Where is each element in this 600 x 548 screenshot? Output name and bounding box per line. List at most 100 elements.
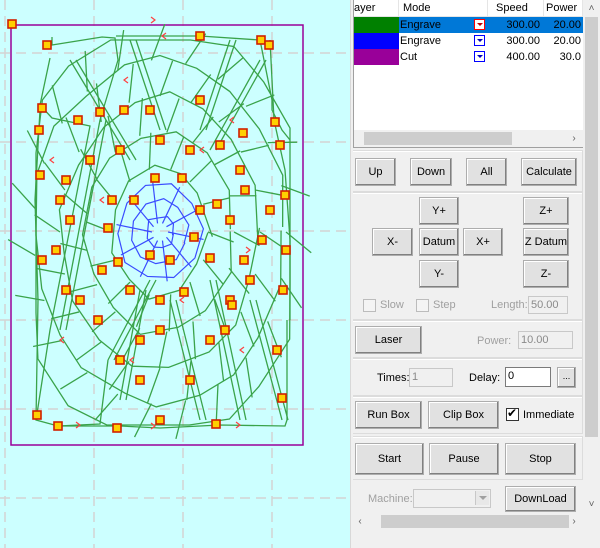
scroll-right-icon[interactable]: ›: [567, 130, 581, 147]
slow-checkbox[interactable]: [363, 299, 376, 312]
power-input[interactable]: 10.00: [518, 331, 573, 349]
layer-color-swatch[interactable]: [354, 17, 399, 33]
engrave-path: [189, 159, 213, 183]
layer-row[interactable]: Cut 400.00 30.0: [354, 49, 583, 65]
z-plus-button[interactable]: Z+: [523, 197, 569, 225]
layer-color-swatch[interactable]: [354, 33, 399, 49]
pause-button[interactable]: Pause: [429, 443, 499, 475]
engrave-path: [192, 321, 197, 360]
z-datum-button[interactable]: Z Datum: [523, 228, 569, 256]
start-button[interactable]: Start: [355, 443, 424, 475]
laser-button[interactable]: Laser: [355, 326, 422, 354]
scrollbar-thumb[interactable]: [585, 17, 598, 437]
all-button[interactable]: All: [466, 158, 507, 186]
panel-vertical-scrollbar[interactable]: ˄ ˅: [583, 0, 600, 548]
engrave-path: [245, 94, 275, 107]
machine-dropdown-arrow-icon[interactable]: [475, 491, 489, 505]
scroll-up-icon[interactable]: ˄: [583, 0, 600, 17]
times-label: Times:: [377, 372, 410, 384]
engrave-path: [217, 57, 244, 80]
datum-button[interactable]: Datum: [419, 228, 459, 256]
checkmark-icon: ✔: [507, 406, 518, 420]
engrave-path: [15, 294, 45, 302]
clip-box-button[interactable]: Clip Box: [428, 401, 499, 429]
direction-arrow: [239, 346, 245, 354]
path-start-node: [264, 40, 274, 50]
panel-horizontal-scrollbar[interactable]: ‹ ›: [353, 513, 583, 530]
layer-color-swatch[interactable]: [354, 49, 399, 65]
direction-arrow: [49, 156, 55, 164]
slow-label: Slow: [380, 299, 404, 311]
stop-button-label: Stop: [529, 453, 552, 465]
engrave-path: [36, 267, 66, 275]
length-input[interactable]: 50.00: [528, 296, 568, 314]
stop-button[interactable]: Stop: [505, 443, 576, 475]
layer-power[interactable]: 20.00: [544, 33, 583, 49]
path-start-node: [93, 315, 103, 325]
path-start-node: [115, 355, 125, 365]
layer-power[interactable]: 30.0: [544, 49, 583, 65]
path-start-node: [65, 215, 75, 225]
layer-speed[interactable]: 300.00: [488, 33, 544, 49]
delay-input[interactable]: 0: [505, 367, 551, 387]
dropdown-arrow-icon[interactable]: [474, 35, 485, 46]
x-minus-button[interactable]: X-: [372, 228, 413, 256]
scrollbar-thumb[interactable]: [381, 515, 569, 528]
path-start-node: [115, 145, 125, 155]
path-start-node: [211, 419, 221, 429]
mode-dropdown[interactable]: [472, 33, 488, 49]
layer-row[interactable]: Engrave 300.00 20.00: [354, 33, 583, 49]
scroll-down-icon[interactable]: ˅: [583, 496, 600, 513]
browse-button[interactable]: ...: [557, 367, 576, 388]
scroll-right-icon[interactable]: ›: [567, 513, 581, 530]
design-canvas[interactable]: [0, 0, 350, 548]
mode-dropdown[interactable]: [472, 49, 488, 65]
column-header-power[interactable]: Power: [544, 0, 583, 17]
path-start-node: [245, 275, 255, 285]
path-start-node: [145, 105, 155, 115]
path-start-node: [113, 257, 123, 267]
download-button[interactable]: DownLoad: [505, 486, 576, 512]
up-button[interactable]: Up: [355, 158, 396, 186]
engrave-path-blue: [161, 187, 181, 224]
run-box-button[interactable]: Run Box: [355, 401, 422, 429]
z-minus-button[interactable]: Z-: [523, 260, 569, 288]
engrave-path: [75, 341, 102, 361]
path-start-node: [227, 300, 237, 310]
x-plus-button[interactable]: X+: [463, 228, 503, 256]
dropdown-arrow-icon[interactable]: [474, 19, 485, 30]
scrollbar-thumb[interactable]: [364, 132, 512, 145]
engrave-path: [128, 63, 134, 103]
dropdown-arrow-icon[interactable]: [474, 51, 485, 62]
layer-power[interactable]: 20.00: [544, 17, 583, 33]
immediate-checkbox[interactable]: ✔: [506, 406, 519, 421]
scroll-left-icon[interactable]: ‹: [353, 513, 367, 530]
step-checkbox[interactable]: [416, 299, 429, 312]
y-minus-button[interactable]: Y-: [419, 260, 459, 288]
path-start-node: [37, 255, 47, 265]
path-start-node: [135, 375, 145, 385]
layer-row[interactable]: Engrave 300.00 20.00: [354, 17, 583, 33]
path-start-node: [37, 103, 47, 113]
clip-box-label: Clip Box: [443, 409, 484, 421]
path-start-node: [280, 190, 290, 200]
down-button[interactable]: Down: [410, 158, 452, 186]
times-input[interactable]: 1: [409, 368, 453, 387]
layer-speed[interactable]: 400.00: [488, 49, 544, 65]
engrave-path: [7, 239, 36, 256]
layer-list[interactable]: ayer Mode Speed Power Engrave 300.00 20.…: [353, 0, 584, 148]
canvas-drawing[interactable]: [0, 0, 350, 548]
path-start-node: [265, 205, 275, 215]
engrave-path: [214, 150, 241, 166]
column-header-speed[interactable]: Speed: [488, 0, 544, 17]
mode-dropdown[interactable]: [472, 17, 488, 33]
datum-label: Datum: [422, 236, 456, 248]
layer-list-horizontal-scrollbar[interactable]: ›: [354, 130, 583, 147]
calculate-button[interactable]: Calculate: [521, 158, 577, 186]
y-plus-button[interactable]: Y+: [419, 197, 459, 225]
path-start-node: [235, 165, 245, 175]
layer-speed[interactable]: 300.00: [488, 17, 544, 33]
column-header-mode[interactable]: Mode: [399, 0, 488, 17]
column-header-layer[interactable]: ayer: [354, 0, 399, 17]
direction-arrow: [99, 196, 105, 204]
